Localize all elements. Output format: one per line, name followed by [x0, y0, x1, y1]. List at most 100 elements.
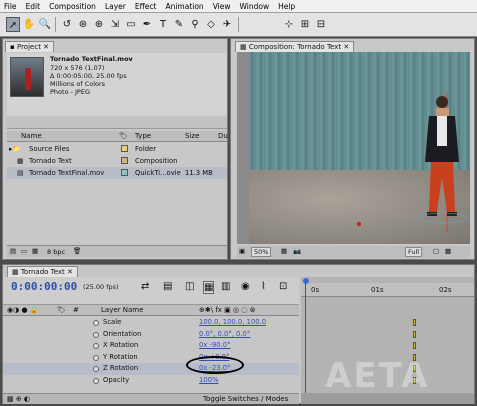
- project-item-tornado-final-mov[interactable]: ▤ Tornado TextFinal.mov QuickTi...ovie 1…: [7, 167, 227, 179]
- label-col-icon[interactable]: 🏷: [119, 132, 128, 140]
- project-item-tornado-text[interactable]: ▦ Tornado Text Composition: [7, 155, 227, 167]
- viewer-controls: ▣ 50% ▦ 📷 Full ▢ ▩: [237, 246, 470, 258]
- axis-mode-icon[interactable]: ⊹: [282, 17, 296, 32]
- property-value[interactable]: 100%: [199, 375, 218, 387]
- new-folder-icon[interactable]: ▭: [21, 247, 27, 255]
- property-row-x-rotation[interactable]: X Rotation 0x -90.0°: [3, 340, 299, 352]
- footage-icon: ▤: [17, 169, 24, 177]
- menu-window[interactable]: Window: [240, 2, 270, 11]
- time-ruler[interactable]: 0s 01s 02s: [301, 283, 474, 297]
- menu-effect[interactable]: Effect: [135, 2, 157, 11]
- frame-blending-icon[interactable]: ▥: [221, 281, 230, 292]
- menu-bar: File Edit Composition Layer Effect Anima…: [0, 0, 477, 13]
- col-du[interactable]: Du: [218, 132, 228, 140]
- menu-file[interactable]: File: [4, 2, 17, 11]
- property-row-opacity[interactable]: Opacity 100%: [3, 375, 299, 387]
- brainstorm-icon[interactable]: ⊡: [279, 281, 287, 292]
- type-tool-icon[interactable]: T: [156, 17, 170, 32]
- new-comp-icon[interactable]: ▦: [32, 247, 38, 255]
- label-color: [121, 169, 128, 176]
- motion-blur-icon[interactable]: ◉: [241, 281, 250, 292]
- composition-icon: ▦: [17, 157, 24, 165]
- project-search-input[interactable]: [7, 117, 227, 129]
- keyframe[interactable]: [413, 342, 416, 349]
- hand-tool-icon[interactable]: ✋: [22, 17, 36, 32]
- col-name[interactable]: Name: [21, 132, 42, 140]
- zoom-dropdown[interactable]: 50%: [251, 247, 272, 257]
- watermark-text: AETA: [325, 356, 430, 396]
- menu-animation[interactable]: Animation: [165, 2, 203, 11]
- toggle-switches-modes-button[interactable]: Toggle Switches / Modes: [203, 395, 288, 403]
- keyframe[interactable]: [413, 331, 416, 338]
- snapshot-icon[interactable]: 📷: [293, 247, 301, 255]
- tab-composition[interactable]: ▦ Composition: Tornado Text ✕: [235, 41, 355, 52]
- property-value[interactable]: 0x -90.0°: [199, 340, 231, 352]
- tab-timeline[interactable]: ▦ Tornado Text ✕: [7, 266, 78, 277]
- zoom-tool-icon[interactable]: 🔍: [38, 17, 52, 32]
- property-name: Orientation: [103, 329, 142, 338]
- property-name: Opacity: [103, 375, 130, 384]
- orbit-camera-icon[interactable]: ⊛: [76, 17, 90, 32]
- tools-panel: ➚ ✋ 🔍 ↺ ⊛ ⊕ ⇲ ▭ ✒ T ✎ ⚲ ◇ ✈ ⊹ ⊞ ⊟: [0, 13, 477, 37]
- rotate-tool-icon[interactable]: ↺: [60, 17, 74, 32]
- tab-project[interactable]: ▪ Project ✕: [5, 41, 55, 52]
- stopwatch-icon[interactable]: [93, 331, 99, 338]
- footage-thumbnail: [10, 57, 44, 97]
- selection-tool-icon[interactable]: ➚: [6, 17, 20, 32]
- resolution-dropdown[interactable]: Full: [405, 247, 423, 257]
- project-panel: ▪ Project ✕ Tornado TextFinal.mov 720 x …: [2, 38, 228, 260]
- trash-icon[interactable]: 🗑: [73, 247, 81, 255]
- live-update-icon[interactable]: ▤: [163, 281, 172, 292]
- clone-stamp-icon[interactable]: ⚲: [188, 17, 202, 32]
- property-row-y-rotation[interactable]: Y Rotation 0x +0.0°: [3, 352, 299, 364]
- stopwatch-icon[interactable]: [93, 354, 99, 361]
- property-value[interactable]: 100.0, 100.0, 100.0: [199, 317, 266, 329]
- comp-flowchart-icon[interactable]: ▦ ⊕ ◐: [7, 395, 30, 403]
- anchor-point[interactable]: [357, 222, 361, 226]
- track-camera-icon[interactable]: ⇲: [108, 17, 122, 32]
- interpret-footage-icon[interactable]: ▤: [10, 247, 16, 255]
- col-size[interactable]: Size: [185, 132, 199, 140]
- puppet-pin-icon[interactable]: ✈: [220, 17, 234, 32]
- stopwatch-icon[interactable]: [93, 343, 99, 349]
- rectangle-mask-icon[interactable]: ▭: [124, 17, 138, 32]
- property-value[interactable]: 0.0°, 0.0°, 0.0°: [199, 329, 250, 341]
- menu-help[interactable]: Help: [278, 2, 295, 11]
- composition-viewer[interactable]: [237, 52, 470, 244]
- col-type[interactable]: Type: [135, 132, 151, 140]
- stopwatch-icon[interactable]: [93, 377, 99, 384]
- menu-edit[interactable]: Edit: [26, 2, 41, 11]
- graph-editor-icon[interactable]: ⌇: [261, 281, 266, 292]
- view-axis-icon[interactable]: ⊟: [314, 17, 328, 32]
- menu-layer[interactable]: Layer: [105, 2, 126, 11]
- draft-3d-icon[interactable]: ◫: [185, 281, 194, 292]
- bpc-label[interactable]: 8 bpc: [47, 248, 65, 256]
- footage-codec: Photo - JPEG: [50, 88, 90, 96]
- world-axis-icon[interactable]: ⊞: [298, 17, 312, 32]
- menu-composition[interactable]: Composition: [49, 2, 96, 11]
- property-name: Scale: [103, 318, 122, 326]
- pen-tool-icon[interactable]: ✒: [140, 17, 154, 32]
- safe-zones-icon[interactable]: ▦: [281, 247, 287, 255]
- property-row-scale[interactable]: Scale 100.0, 100.0, 100.0: [3, 317, 299, 329]
- property-row-z-rotation[interactable]: Z Rotation 0x -23.0°: [3, 363, 299, 375]
- menu-view[interactable]: View: [213, 2, 231, 11]
- pan-behind-icon[interactable]: ⊕: [92, 17, 106, 32]
- always-preview-icon[interactable]: ▣: [239, 247, 245, 255]
- stopwatch-icon[interactable]: [93, 366, 99, 372]
- layer-name-header[interactable]: Layer Name: [101, 306, 143, 314]
- footage-name: Tornado TextFinal.mov: [50, 55, 133, 63]
- property-row-orientation[interactable]: Orientation 0.0°, 0.0°, 0.0°: [3, 329, 299, 341]
- keyframe[interactable]: [413, 319, 416, 326]
- current-time-indicator[interactable]: [303, 278, 309, 284]
- item-type: QuickTi...ovie: [135, 169, 181, 177]
- eraser-icon[interactable]: ◇: [204, 17, 218, 32]
- region-of-interest-icon[interactable]: ▢: [433, 247, 439, 255]
- transparency-grid-icon[interactable]: ▩: [445, 247, 451, 255]
- hide-shy-icon[interactable]: ▦: [203, 281, 215, 294]
- brush-tool-icon[interactable]: ✎: [172, 17, 186, 32]
- mini-flowchart-icon[interactable]: ⇄: [141, 281, 149, 292]
- current-time-display[interactable]: 0:00:00:00: [11, 280, 77, 293]
- project-item-source-files[interactable]: ▸📁 Source Files Folder: [7, 143, 227, 155]
- stopwatch-icon[interactable]: [93, 320, 99, 326]
